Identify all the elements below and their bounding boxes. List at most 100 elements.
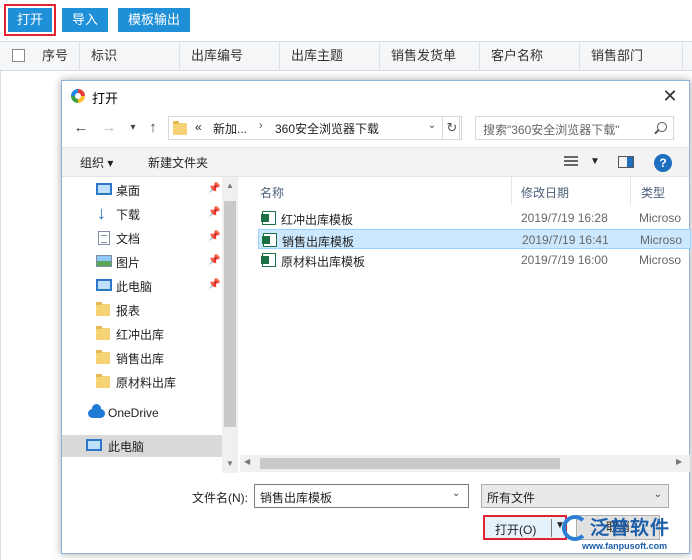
- address-segment[interactable]: 360安全浏览器下载: [275, 120, 379, 137]
- grid-header: 序号 标识 出库编号 出库主题 销售发货单 客户名称 销售部门: [0, 41, 692, 71]
- sidebar-item-reports[interactable]: 报表: [62, 299, 222, 321]
- file-row[interactable]: 原材料出库模板 2019/7/19 16:00 Microso: [258, 250, 691, 270]
- file-type: Microso: [639, 211, 682, 225]
- column-divider[interactable]: [630, 177, 631, 205]
- column-header[interactable]: 出库编号: [183, 42, 280, 70]
- up-arrow-icon[interactable]: ↑: [144, 118, 162, 138]
- forward-arrow-icon[interactable]: →: [100, 118, 118, 138]
- watermark-url: www.fanpusoft.com: [582, 541, 668, 551]
- sidebar-item-label: 下载: [116, 208, 141, 222]
- scroll-up-icon[interactable]: ▲: [222, 181, 238, 190]
- address-bar[interactable]: « 新加... › 360安全浏览器下载 ⌄: [168, 116, 460, 140]
- new-folder-button[interactable]: 新建文件夹: [148, 154, 208, 171]
- watermark-brand: 泛普软件: [590, 518, 671, 539]
- column-header[interactable]: 销售发货单: [383, 42, 480, 70]
- file-list: ⌃ 名称 修改日期 类型 红冲出库模板 2019/7/19 16:28 Micr…: [248, 177, 691, 473]
- folder-icon: [173, 121, 187, 135]
- sidebar-item-label: 此电脑: [108, 440, 145, 454]
- split-divider: [551, 519, 552, 537]
- back-arrow-icon[interactable]: ←: [72, 118, 90, 138]
- desktop-icon: [96, 183, 112, 195]
- recent-dropdown-icon[interactable]: ▾: [124, 118, 142, 138]
- refresh-icon[interactable]: ↻: [442, 116, 462, 140]
- open-file-dialog: 打开 ✕ ← → ▾ ↑ « 新加... › 360安全浏览器下载 ⌄ ↻ 搜索…: [61, 80, 691, 554]
- scroll-right-icon[interactable]: ▶: [676, 457, 682, 466]
- watermark: 泛普软件 www.fanpusoft.com: [562, 511, 692, 560]
- file-type-select[interactable]: 所有文件 ⌄: [481, 484, 669, 508]
- sidebar-item-this-pc[interactable]: 此电脑 📌: [62, 275, 222, 297]
- scroll-down-icon[interactable]: ▼: [222, 459, 238, 468]
- address-overflow[interactable]: «: [195, 120, 202, 134]
- sidebar-scrollbar[interactable]: ▲ ▼: [222, 177, 238, 473]
- toolbar: 打开 导入 模板输出: [0, 0, 692, 40]
- chevron-down-icon[interactable]: ⌄: [425, 120, 439, 131]
- file-list-header: ⌃ 名称 修改日期 类型: [248, 177, 691, 205]
- sidebar-item-red-reversal[interactable]: 红冲出库: [62, 323, 222, 345]
- column-header[interactable]: 客户名称: [483, 42, 580, 70]
- horizontal-scrollbar[interactable]: ◀ ▶: [240, 455, 690, 472]
- chevron-down-icon[interactable]: ⌄: [452, 488, 460, 499]
- file-modified: 2019/7/19 16:41: [522, 233, 609, 247]
- file-modified: 2019/7/19 16:28: [521, 211, 608, 225]
- column-header[interactable]: 销售部门: [583, 42, 683, 70]
- sort-ascending-icon: ⌃: [378, 177, 386, 183]
- column-type[interactable]: 类型: [641, 184, 665, 201]
- document-icon: [98, 231, 110, 245]
- pin-icon[interactable]: 📌: [208, 231, 220, 242]
- view-options-icon[interactable]: [564, 156, 580, 168]
- file-modified: 2019/7/19 16:00: [521, 253, 608, 267]
- sidebar-item-label: OneDrive: [108, 406, 159, 420]
- sidebar-item-pictures[interactable]: 图片 📌: [62, 251, 222, 273]
- file-type: Microso: [640, 233, 683, 247]
- scroll-left-icon[interactable]: ◀: [244, 457, 250, 466]
- dialog-title: 打开: [92, 91, 119, 106]
- column-name[interactable]: 名称: [260, 184, 284, 201]
- download-icon: [96, 203, 112, 224]
- help-icon[interactable]: ?: [654, 154, 672, 172]
- chevron-right-icon[interactable]: ›: [259, 120, 263, 132]
- file-row[interactable]: 红冲出库模板 2019/7/19 16:28 Microso: [258, 208, 691, 228]
- pin-icon[interactable]: 📌: [208, 279, 220, 290]
- column-divider[interactable]: [511, 177, 512, 205]
- sidebar-item-label: 桌面: [116, 184, 141, 198]
- navigation-pane: 桌面 📌 下载 📌 文档 📌 图片 📌 此电脑 📌 报表: [62, 177, 240, 473]
- preview-pane-icon[interactable]: [618, 156, 634, 168]
- sidebar-item-documents[interactable]: 文档 📌: [62, 227, 222, 249]
- sidebar-item-this-pc[interactable]: 此电脑: [62, 435, 222, 457]
- sidebar-item-label: 图片: [116, 256, 141, 270]
- sidebar-item-onedrive[interactable]: OneDrive: [62, 403, 222, 425]
- column-modified[interactable]: 修改日期: [521, 184, 569, 201]
- scrollbar-thumb[interactable]: [260, 458, 560, 469]
- address-segment[interactable]: 新加...: [213, 120, 247, 137]
- organize-menu[interactable]: 组织 ▾: [80, 154, 113, 171]
- scrollbar-thumb[interactable]: [224, 201, 236, 427]
- search-icon[interactable]: [657, 122, 667, 132]
- sidebar-item-raw-material[interactable]: 原材料出库: [62, 371, 222, 393]
- dialog-open-button[interactable]: 打开(O) ▼: [483, 515, 567, 540]
- folder-icon: [96, 350, 110, 364]
- sidebar-item-sales-outbound[interactable]: 销售出库: [62, 347, 222, 369]
- open-button[interactable]: 打开: [4, 4, 56, 36]
- open-button-label: 打开(O): [495, 523, 537, 537]
- select-all-checkbox[interactable]: [12, 49, 25, 62]
- chevron-down-icon: ⌄: [653, 489, 662, 500]
- pin-icon[interactable]: 📌: [208, 207, 220, 218]
- file-row-selected[interactable]: 销售出库模板 2019/7/19 16:41 Microso: [258, 229, 691, 249]
- template-export-button[interactable]: 模板输出: [118, 8, 190, 32]
- import-button[interactable]: 导入: [62, 8, 108, 32]
- sidebar-item-downloads[interactable]: 下载 📌: [62, 203, 222, 225]
- picture-icon: [96, 255, 112, 267]
- search-input[interactable]: 搜索"360安全浏览器下载": [475, 116, 674, 140]
- pin-icon[interactable]: 📌: [208, 183, 220, 194]
- close-icon[interactable]: ✕: [659, 85, 681, 107]
- search-placeholder: 搜索"360安全浏览器下载": [483, 123, 620, 137]
- sidebar-item-label: 红冲出库: [116, 328, 165, 342]
- brand-logo-icon: [562, 515, 588, 541]
- pin-icon[interactable]: 📌: [208, 255, 220, 266]
- filename-input[interactable]: 销售出库模板: [254, 484, 469, 508]
- column-header[interactable]: 出库主题: [283, 42, 380, 70]
- column-header[interactable]: 序号: [34, 42, 80, 70]
- sidebar-item-desktop[interactable]: 桌面 📌: [62, 179, 222, 201]
- column-header[interactable]: 标识: [83, 42, 180, 70]
- chevron-down-icon[interactable]: ▼: [590, 156, 600, 167]
